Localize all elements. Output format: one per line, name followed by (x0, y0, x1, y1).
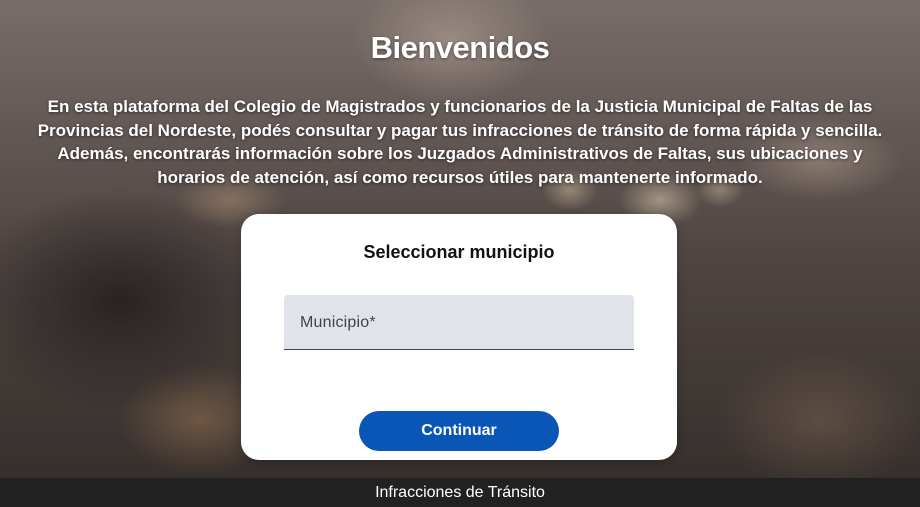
intro-line: horarios de atención, así como recursos … (157, 167, 763, 187)
continue-button[interactable]: Continuar (359, 411, 559, 451)
municipio-input[interactable] (284, 295, 634, 349)
footer: Infracciones de Tránsito (0, 478, 920, 507)
page-title: Bienvenidos (370, 30, 550, 65)
intro-text: En esta plataforma del Colegio de Magist… (10, 95, 910, 189)
intro-line: Además, encontrarás información sobre lo… (57, 144, 863, 163)
page: Bienvenidos En esta plataforma del Coleg… (0, 0, 920, 507)
municipio-field[interactable]: Municipio* (284, 295, 634, 350)
intro-line: En esta plataforma del Colegio de Magist… (47, 97, 873, 116)
municipio-selection-card: Seleccionar municipio Municipio* Continu… (241, 214, 677, 460)
card-title: Seleccionar municipio (363, 242, 555, 262)
intro-line: Provincias del Nordeste, podés consultar… (37, 120, 883, 140)
footer-text: Infracciones de Tránsito (375, 484, 545, 501)
